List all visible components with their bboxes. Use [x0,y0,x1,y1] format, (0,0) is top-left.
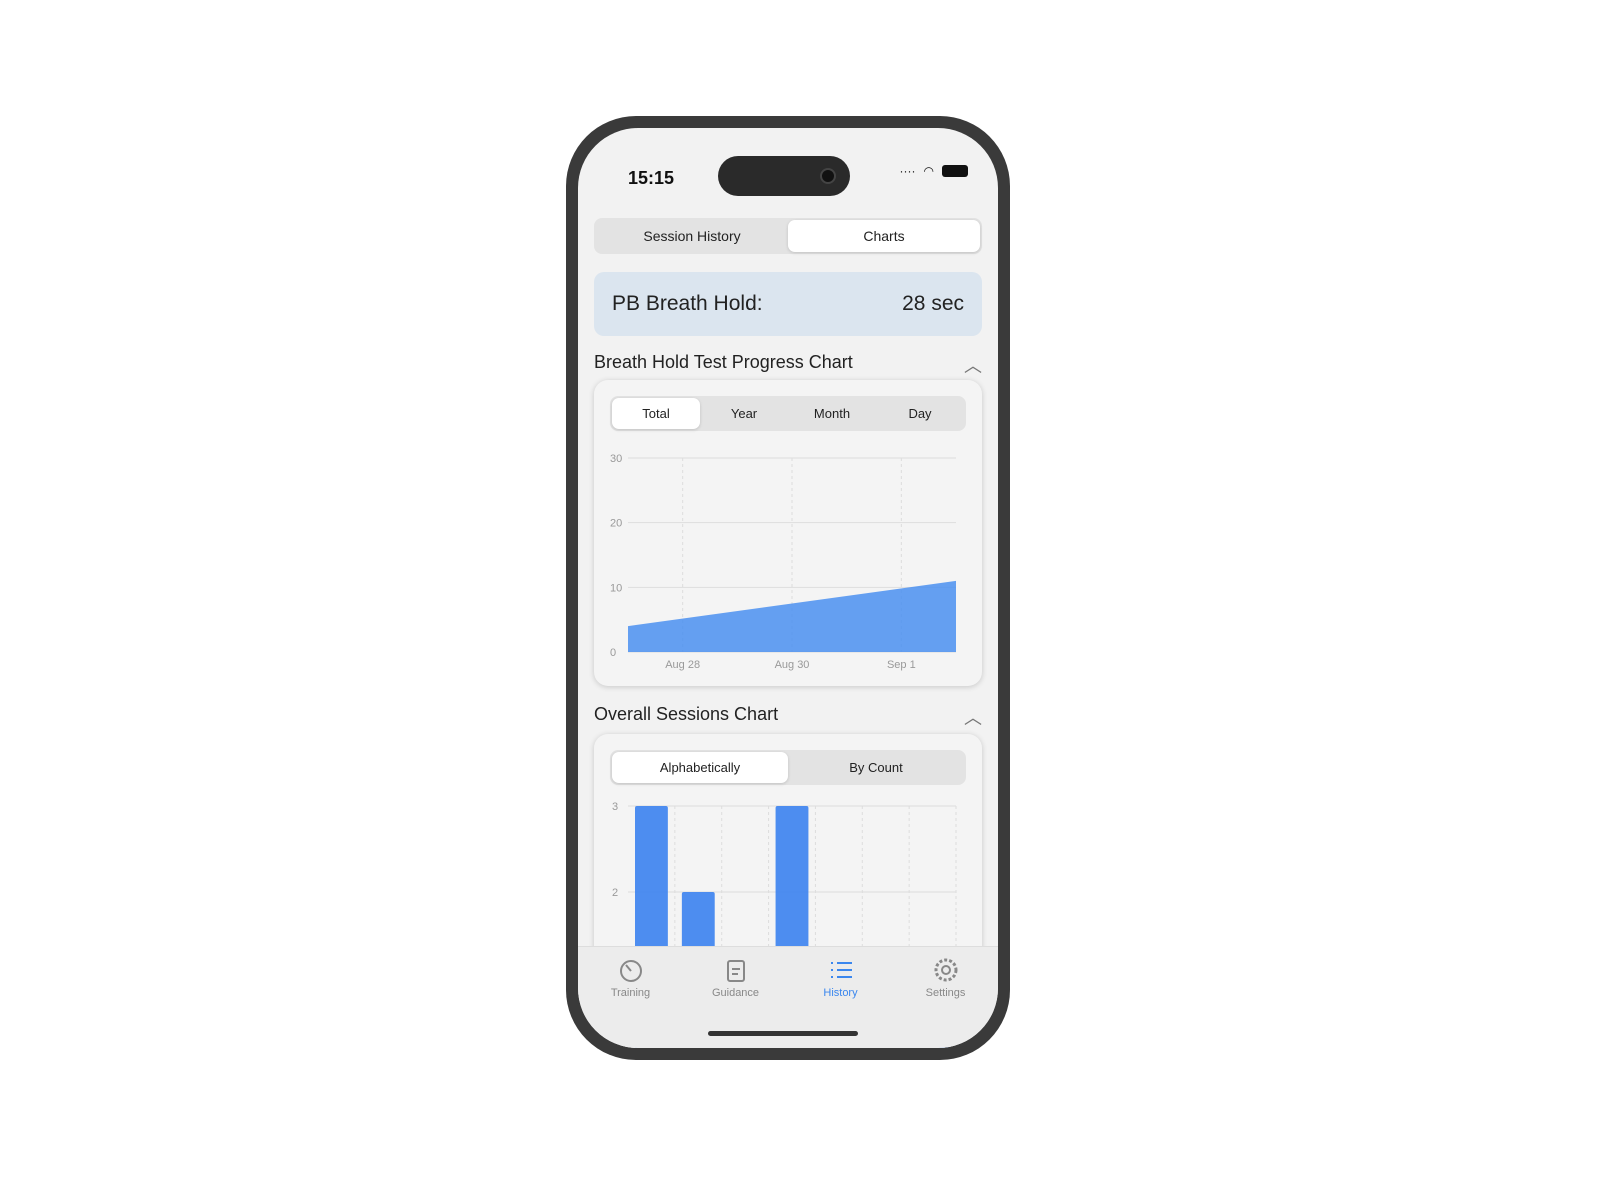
tab-training[interactable]: Training [591,957,671,1048]
sessions-section-header[interactable]: Overall Sessions Chart ︿ [594,704,982,730]
dynamic-island [718,156,850,196]
clipboard-icon [726,960,745,982]
tab-session-history[interactable]: Session History [596,220,788,252]
tab-label: History [823,987,858,999]
progress-section-title: Breath Hold Test Progress Chart [594,352,853,372]
tab-label: Settings [925,987,966,999]
sessions-section-title: Overall Sessions Chart [594,704,779,724]
top-segmented-control: Session History Charts [594,218,982,254]
y-tick-label: 10 [610,582,622,594]
progress-chart-card: Total Year Month Day 0 10 20 30 Aug 28 Aug 30… [594,380,982,686]
progress-area-chart: 0 10 20 30 Aug 28 Aug 30 Sep 1 [610,453,956,671]
battery-icon [942,165,968,177]
status-time: 15:15 [628,168,675,188]
wifi-icon: ◠ [923,164,934,178]
list-icon [830,962,852,978]
screen: 15:15 ···· ◠ Session History Charts PB B… [578,128,998,1048]
y-tick-label: 20 [610,518,622,530]
gear-icon [934,958,957,982]
tab-label: Guidance [711,987,760,999]
signal-icon: ···· [899,164,916,178]
pb-value: 28 sec [902,292,964,315]
x-tick-label: Aug 28 [665,659,700,671]
y-tick-label: 30 [610,453,622,465]
phone-frame: 15:15 ···· ◠ Session History Charts PB B… [566,116,1010,1060]
progress-section-header[interactable]: Breath Hold Test Progress Chart ︿ [594,352,982,378]
status-icons: ···· ◠ [900,164,968,178]
home-indicator [708,1031,858,1036]
x-tick-label: Sep 1 [887,659,916,671]
chevron-up-icon[interactable]: ︿ [964,704,982,730]
tab-charts[interactable]: Charts [788,220,980,252]
tab-settings[interactable]: Settings [906,957,986,1048]
y-tick-label: 0 [610,647,616,659]
pb-banner: PB Breath Hold: 28 sec [594,272,982,336]
pb-label: PB Breath Hold: [612,292,763,315]
tab-label: Training [610,987,651,999]
camera-icon [820,168,836,184]
x-tick-label: Aug 30 [775,659,810,671]
timer-icon [619,960,642,982]
y-tick-label: 3 [612,801,618,813]
chevron-up-icon[interactable]: ︿ [964,352,982,378]
y-tick-label: 2 [612,887,618,899]
